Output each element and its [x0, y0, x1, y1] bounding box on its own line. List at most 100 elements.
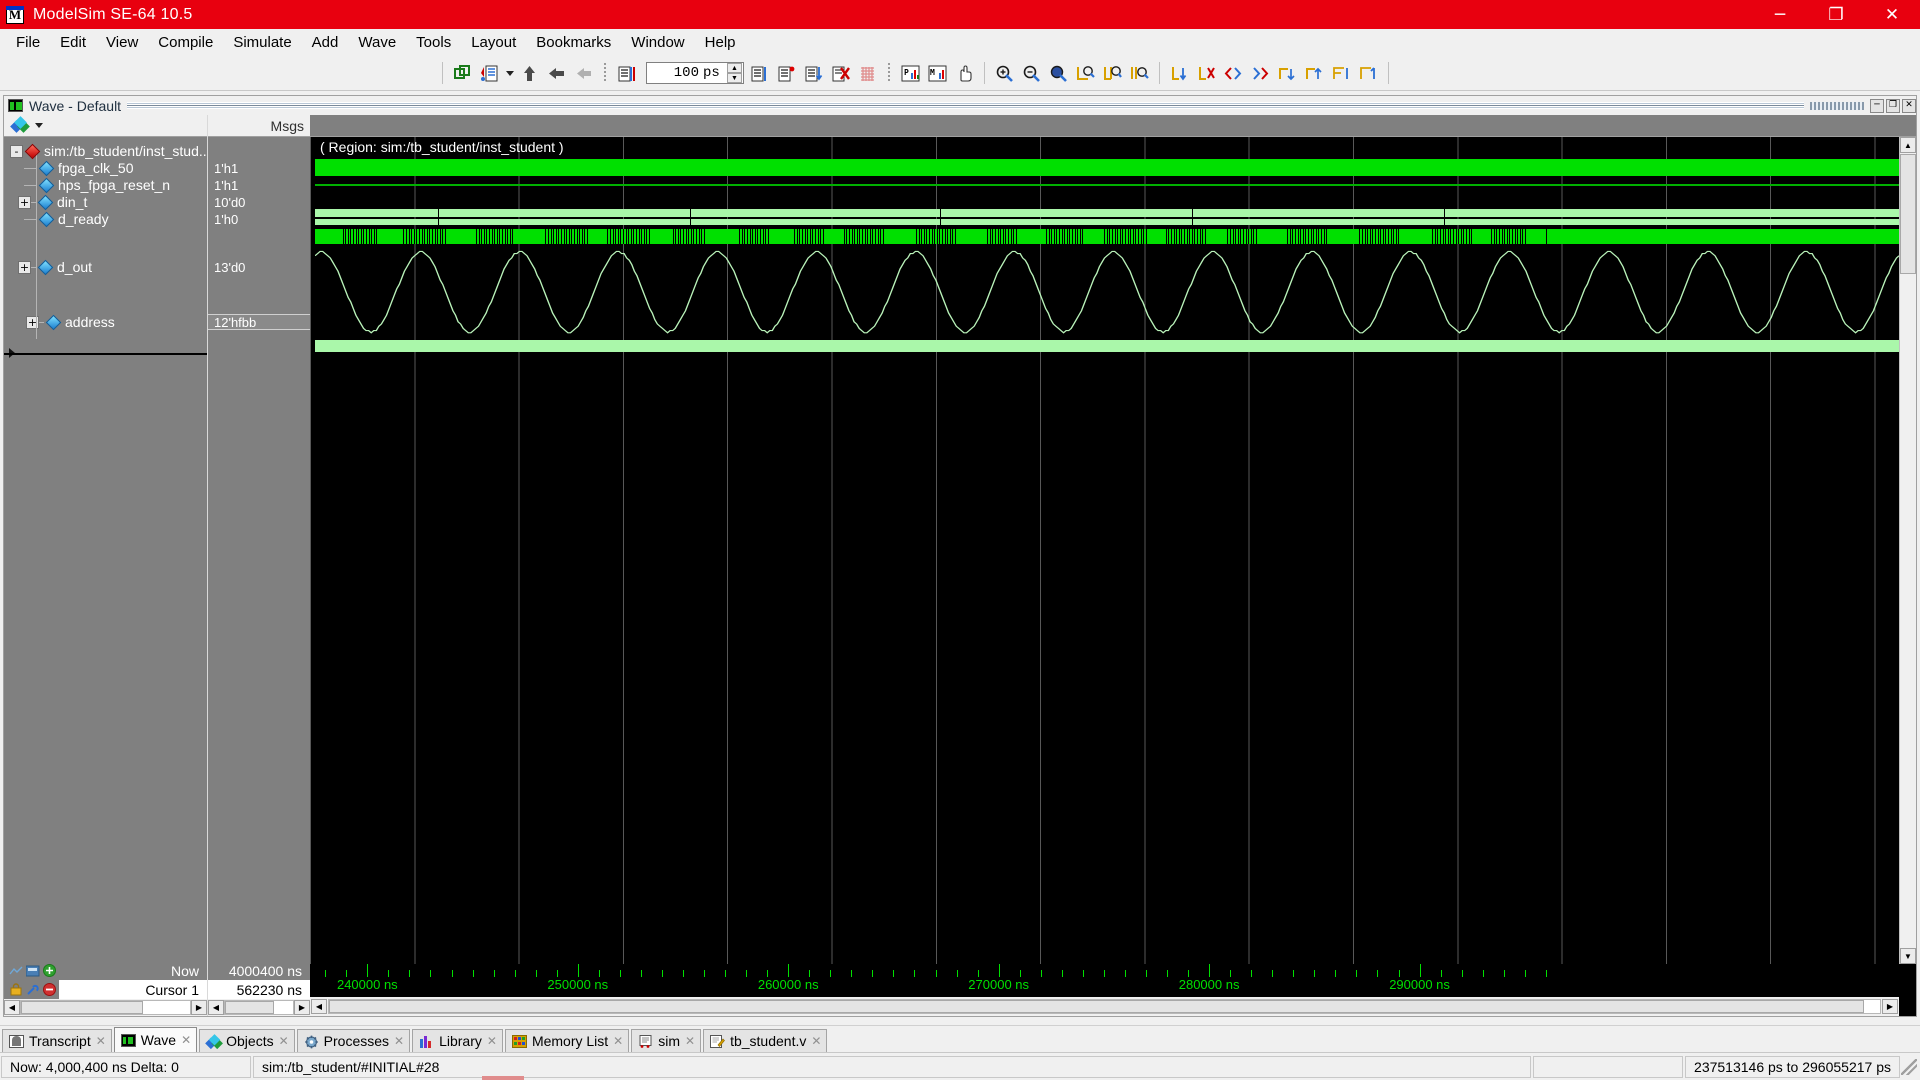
signal-row-din-t[interactable]: + din_t [18, 194, 207, 210]
run-length-stepper[interactable]: ▲ ▼ [727, 63, 742, 83]
find-previous-transition-icon[interactable] [1221, 61, 1246, 86]
stepper-down-icon[interactable]: ▼ [727, 73, 742, 83]
wave-window-drag-grip[interactable] [127, 102, 1804, 109]
signal-row-instance[interactable]: - sim:/tb_student/inst_stud... [10, 143, 211, 159]
footer-cursor-row[interactable]: Cursor 1 [4, 980, 207, 999]
wave-window-grip-2[interactable] [1810, 101, 1864, 110]
step-icon[interactable] [747, 61, 772, 86]
zoom-in-icon[interactable] [992, 61, 1017, 86]
values-hscroll-track[interactable] [224, 1000, 294, 1015]
menu-tools[interactable]: Tools [406, 31, 461, 54]
waveform-canvas[interactable]: ( Region: sim:/tb_student/inst_student ) [310, 137, 1899, 964]
wave-maximize-button[interactable]: ❐ [1886, 98, 1900, 113]
tab-sim[interactable]: sim ✕ [631, 1029, 702, 1052]
menu-view[interactable]: View [96, 31, 148, 54]
expander-instance[interactable]: - [10, 144, 23, 158]
menu-add[interactable]: Add [302, 31, 349, 54]
hand-drag-icon[interactable] [952, 61, 977, 86]
menu-compile[interactable]: Compile [148, 31, 223, 54]
signal-row-d-out[interactable]: + d_out [18, 259, 207, 275]
zoom-out-icon[interactable] [1019, 61, 1044, 86]
tab-close-icon[interactable]: ✕ [181, 1033, 191, 1047]
expander-d-out[interactable]: + [18, 260, 31, 274]
expand-all-icon[interactable] [1329, 61, 1354, 86]
tab-close-icon[interactable]: ✕ [487, 1034, 497, 1048]
insert-cursor-icon[interactable] [1167, 61, 1192, 86]
wave-close-button[interactable]: ✕ [1902, 98, 1916, 113]
memory-profile-icon[interactable]: M [925, 61, 950, 86]
scroll-up-arrow-icon[interactable]: ▲ [1900, 137, 1916, 153]
footer-cursor-value-row[interactable]: 562230 ns [208, 980, 310, 999]
step-out-icon[interactable] [801, 61, 826, 86]
tab-close-icon[interactable]: ✕ [613, 1034, 623, 1048]
menu-wave[interactable]: Wave [348, 31, 406, 54]
tab-close-icon[interactable]: ✕ [685, 1034, 695, 1048]
values-hscroll-left-arrow-icon[interactable]: ◀ [208, 1000, 224, 1015]
collapse-icon[interactable] [1302, 61, 1327, 86]
menu-layout[interactable]: Layout [461, 31, 526, 54]
stop-icon[interactable] [828, 61, 853, 86]
find-next-transition-icon[interactable] [1248, 61, 1273, 86]
tab-library[interactable]: Library ✕ [412, 1029, 503, 1052]
names-horizontal-scrollbar[interactable]: ◀ ▶ [4, 999, 207, 1016]
menu-edit[interactable]: Edit [50, 31, 96, 54]
names-hscroll-right-arrow-icon[interactable]: ▶ [191, 1000, 207, 1015]
tab-wave[interactable]: Wave ✕ [113, 1027, 198, 1052]
chevron-down-icon[interactable] [35, 123, 43, 128]
values-hscroll-right-arrow-icon[interactable]: ▶ [294, 1000, 310, 1015]
vertical-scroll-thumb[interactable] [1900, 154, 1916, 274]
delete-cursor-icon[interactable] [1194, 61, 1219, 86]
run-icon[interactable] [517, 61, 542, 86]
close-button[interactable]: ✕ [1864, 0, 1920, 29]
signal-row-address[interactable]: + address [26, 314, 207, 330]
zoom-range-icon[interactable] [1127, 61, 1152, 86]
expander-address[interactable]: + [26, 315, 39, 329]
menu-simulate[interactable]: Simulate [223, 31, 301, 54]
tab-close-icon[interactable]: ✕ [279, 1034, 289, 1048]
zoom-cursor-icon[interactable] [1100, 61, 1125, 86]
tab-tb-student-v[interactable]: tb_student.v ✕ [703, 1029, 828, 1052]
step-over-icon[interactable] [774, 61, 799, 86]
names-hscroll-track[interactable] [20, 1000, 191, 1015]
restart-dropdown-icon[interactable] [504, 61, 515, 86]
names-hscroll-left-arrow-icon[interactable]: ◀ [4, 1000, 20, 1015]
tab-memory-list[interactable]: Memory List ✕ [504, 1029, 630, 1052]
tab-close-icon[interactable]: ✕ [96, 1034, 106, 1048]
tab-transcript[interactable]: Transcript ✕ [2, 1029, 112, 1052]
menu-help[interactable]: Help [695, 31, 746, 54]
zoom-in-on-active-cursor-icon[interactable] [1073, 61, 1098, 86]
coverage-icon[interactable] [855, 61, 880, 86]
names-hscroll-thumb[interactable] [21, 1001, 143, 1014]
signal-row-d-ready[interactable]: d_ready [10, 211, 207, 227]
maximize-button[interactable]: ❐ [1808, 0, 1864, 29]
minimize-button[interactable]: ─ [1752, 0, 1808, 29]
stepper-up-icon[interactable]: ▲ [727, 63, 742, 73]
tab-objects[interactable]: Objects ✕ [199, 1029, 295, 1052]
window-resize-grip[interactable] [1901, 1058, 1917, 1075]
expand-icon[interactable] [1275, 61, 1300, 86]
signal-row-fpga-clk-50[interactable]: fpga_clk_50 [10, 160, 207, 176]
restart-icon[interactable] [477, 61, 502, 86]
menu-bookmarks[interactable]: Bookmarks [526, 31, 621, 54]
run-all-icon[interactable] [571, 61, 596, 86]
collapse-all-icon[interactable] [1356, 61, 1381, 86]
values-horizontal-scrollbar[interactable]: ◀ ▶ [208, 999, 310, 1016]
run-length-field[interactable]: 100 ps ▲ ▼ [646, 62, 744, 84]
tab-close-icon[interactable]: ✕ [811, 1034, 821, 1048]
objects-view-icon[interactable] [10, 116, 30, 133]
run-length-value[interactable]: 100 [647, 65, 703, 81]
menu-file[interactable]: File [6, 31, 50, 54]
wave-restore-button[interactable]: ─ [1870, 98, 1884, 113]
compile-all-icon[interactable] [450, 61, 475, 86]
zoom-full-icon[interactable] [1046, 61, 1071, 86]
menu-window[interactable]: Window [621, 31, 694, 54]
break-icon[interactable] [614, 61, 639, 86]
profile-icon[interactable]: P [898, 61, 923, 86]
tab-close-icon[interactable]: ✕ [394, 1034, 404, 1048]
tab-processes[interactable]: Processes ✕ [296, 1029, 411, 1052]
continue-run-icon[interactable] [544, 61, 569, 86]
waveform-vertical-scrollbar[interactable]: ▲ ▼ [1899, 137, 1916, 964]
values-hscroll-thumb[interactable] [225, 1001, 274, 1014]
signal-row-hps-fpga-reset-n[interactable]: hps_fpga_reset_n [10, 177, 207, 193]
expander-din-t[interactable]: + [18, 195, 31, 209]
